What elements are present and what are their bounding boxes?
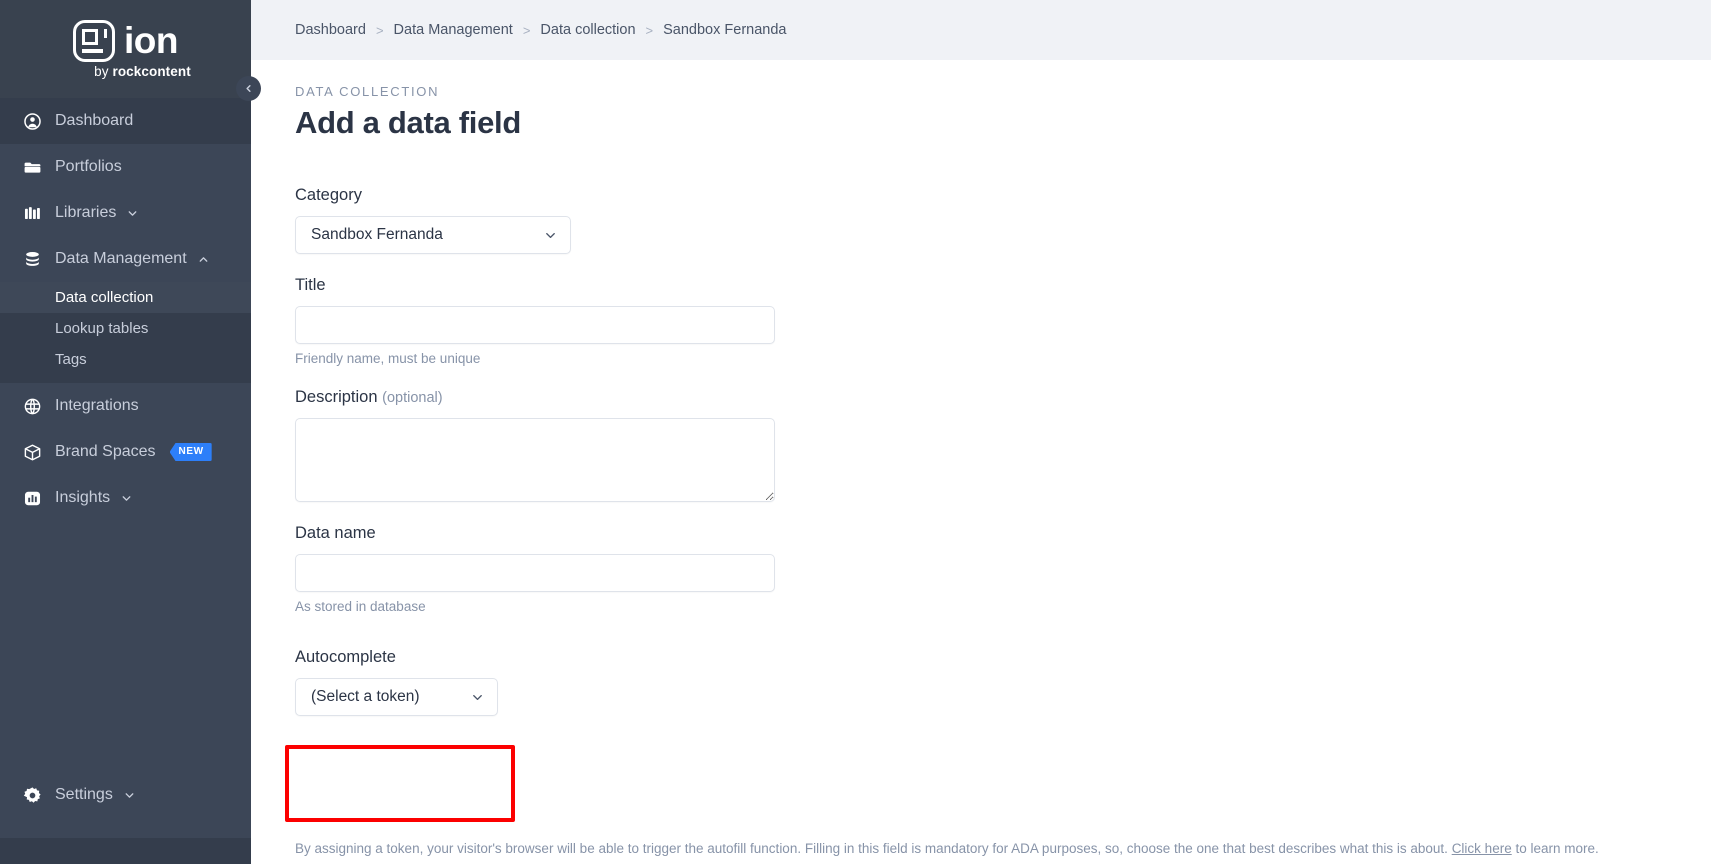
sidebar-item-portfolios[interactable]: Portfolios	[0, 144, 251, 190]
description-textarea[interactable]	[295, 418, 775, 502]
sidebar-subnav-data-management: Data collection Lookup tables Tags	[0, 282, 251, 383]
page-title: Add a data field	[295, 105, 522, 140]
description-label: Description (optional)	[295, 388, 1667, 407]
autocomplete-label: Autocomplete	[295, 648, 396, 666]
chevron-up-icon[interactable]	[197, 253, 210, 266]
sidebar-item-tags[interactable]: Tags	[0, 344, 251, 375]
books-icon	[23, 204, 46, 223]
sidebar-item-settings[interactable]: Settings	[0, 772, 251, 818]
sidebar-item-label: Integrations	[55, 397, 139, 414]
sidebar-item-label: Settings	[55, 786, 113, 803]
sidebar-item-label: Data Management	[55, 250, 187, 267]
sidebar-item-brand-spaces[interactable]: Brand Spaces NEW	[0, 429, 251, 475]
sidebar-subitem-label: Data collection	[55, 289, 154, 306]
status-badge-new: NEW	[169, 443, 212, 461]
ion-logo-icon	[73, 19, 115, 62]
autocomplete-helper-after: to learn more.	[1511, 841, 1599, 856]
breadcrumb-separator: >	[375, 22, 384, 38]
brand-name: ion	[124, 20, 178, 61]
title-input[interactable]	[295, 306, 775, 344]
field-data-name: Data name As stored in database	[295, 524, 1667, 614]
sidebar-item-dashboard[interactable]: Dashboard	[0, 98, 251, 144]
sidebar-item-data-management[interactable]: Data Management	[0, 236, 251, 282]
field-title: Title Friendly name, must be unique	[295, 276, 1667, 366]
category-label: Category	[295, 186, 362, 204]
breadcrumb-item-dashboard[interactable]: Dashboard	[295, 22, 366, 38]
form-content: DATA COLLECTION Add a data field Categor…	[251, 60, 1711, 716]
sidebar-item-integrations[interactable]: Integrations	[0, 383, 251, 429]
sidebar-item-label: Brand Spaces	[55, 443, 156, 460]
field-category: Category Sandbox Fernanda	[295, 186, 1667, 254]
sidebar: ion by rockcontent Dashboard Portfolios …	[0, 0, 261, 864]
category-select-value: Sandbox Fernanda	[311, 226, 443, 243]
sidebar-item-label: Libraries	[55, 204, 117, 221]
page-eyebrow: DATA COLLECTION	[295, 84, 440, 99]
chevron-down-icon	[543, 228, 558, 243]
description-label-text: Description	[295, 388, 378, 406]
autocomplete-highlight-annotation	[285, 745, 515, 822]
integrations-icon	[23, 397, 46, 416]
sidebar-collapse-button[interactable]	[236, 76, 261, 101]
chevron-down-icon[interactable]	[123, 789, 136, 802]
folder-icon	[23, 158, 46, 177]
breadcrumb: Dashboard > Data Management > Data colle…	[251, 0, 1711, 60]
data-name-label: Data name	[295, 524, 376, 542]
breadcrumb-separator: >	[645, 22, 654, 38]
chevron-down-icon[interactable]	[126, 207, 139, 220]
sidebar-subitem-label: Lookup tables	[55, 320, 149, 337]
sidebar-item-data-collection[interactable]: Data collection	[0, 282, 251, 313]
sidebar-subitem-label: Tags	[55, 351, 87, 368]
main-content: Dashboard > Data Management > Data colle…	[251, 0, 1711, 864]
chevron-left-icon	[243, 83, 254, 94]
database-icon	[23, 250, 46, 269]
insights-chart-icon	[23, 489, 46, 508]
sidebar-nav: Dashboard Portfolios Libraries Data Mana…	[0, 98, 251, 772]
breadcrumb-item-sandbox-fernanda[interactable]: Sandbox Fernanda	[663, 22, 786, 38]
field-autocomplete: Autocomplete (Select a token)	[295, 648, 1667, 716]
autocomplete-helper-text: By assigning a token, your visitor's bro…	[295, 841, 1599, 856]
breadcrumb-item-data-management[interactable]: Data Management	[394, 22, 513, 38]
autocomplete-select-value: (Select a token)	[311, 688, 420, 705]
sidebar-item-label: Insights	[55, 489, 111, 506]
description-optional-suffix: (optional)	[382, 390, 443, 406]
brand-tagline: by rockcontent	[94, 63, 191, 79]
chevron-down-icon	[470, 690, 485, 705]
field-description: Description (optional)	[295, 388, 1667, 502]
sidebar-item-insights[interactable]: Insights	[0, 475, 251, 521]
user-circle-icon	[23, 112, 46, 131]
autocomplete-learn-more-link[interactable]: Click here	[1452, 841, 1512, 856]
autocomplete-select[interactable]: (Select a token)	[295, 678, 498, 716]
data-name-helper-text: As stored in database	[295, 599, 426, 614]
sidebar-item-label: Portfolios	[55, 158, 122, 175]
sidebar-item-libraries[interactable]: Libraries	[0, 190, 251, 236]
sidebar-item-label: Dashboard	[55, 112, 134, 129]
brand-logo[interactable]: ion by rockcontent	[0, 0, 261, 101]
data-name-input[interactable]	[295, 554, 775, 592]
app-root: ion by rockcontent Dashboard Portfolios …	[0, 0, 1711, 864]
cube-icon	[23, 443, 46, 462]
breadcrumb-separator: >	[522, 22, 531, 38]
gear-icon	[23, 786, 46, 805]
sidebar-item-lookup-tables[interactable]: Lookup tables	[0, 313, 251, 344]
title-label: Title	[295, 276, 326, 294]
autocomplete-helper-before: By assigning a token, your visitor's bro…	[295, 841, 1452, 856]
breadcrumb-item-data-collection[interactable]: Data collection	[540, 22, 635, 38]
sidebar-footer: Settings	[0, 772, 251, 838]
title-helper-text: Friendly name, must be unique	[295, 351, 481, 366]
category-select[interactable]: Sandbox Fernanda	[295, 216, 571, 254]
chevron-down-icon[interactable]	[120, 492, 133, 505]
sidebar-bottom-strip	[0, 838, 251, 864]
